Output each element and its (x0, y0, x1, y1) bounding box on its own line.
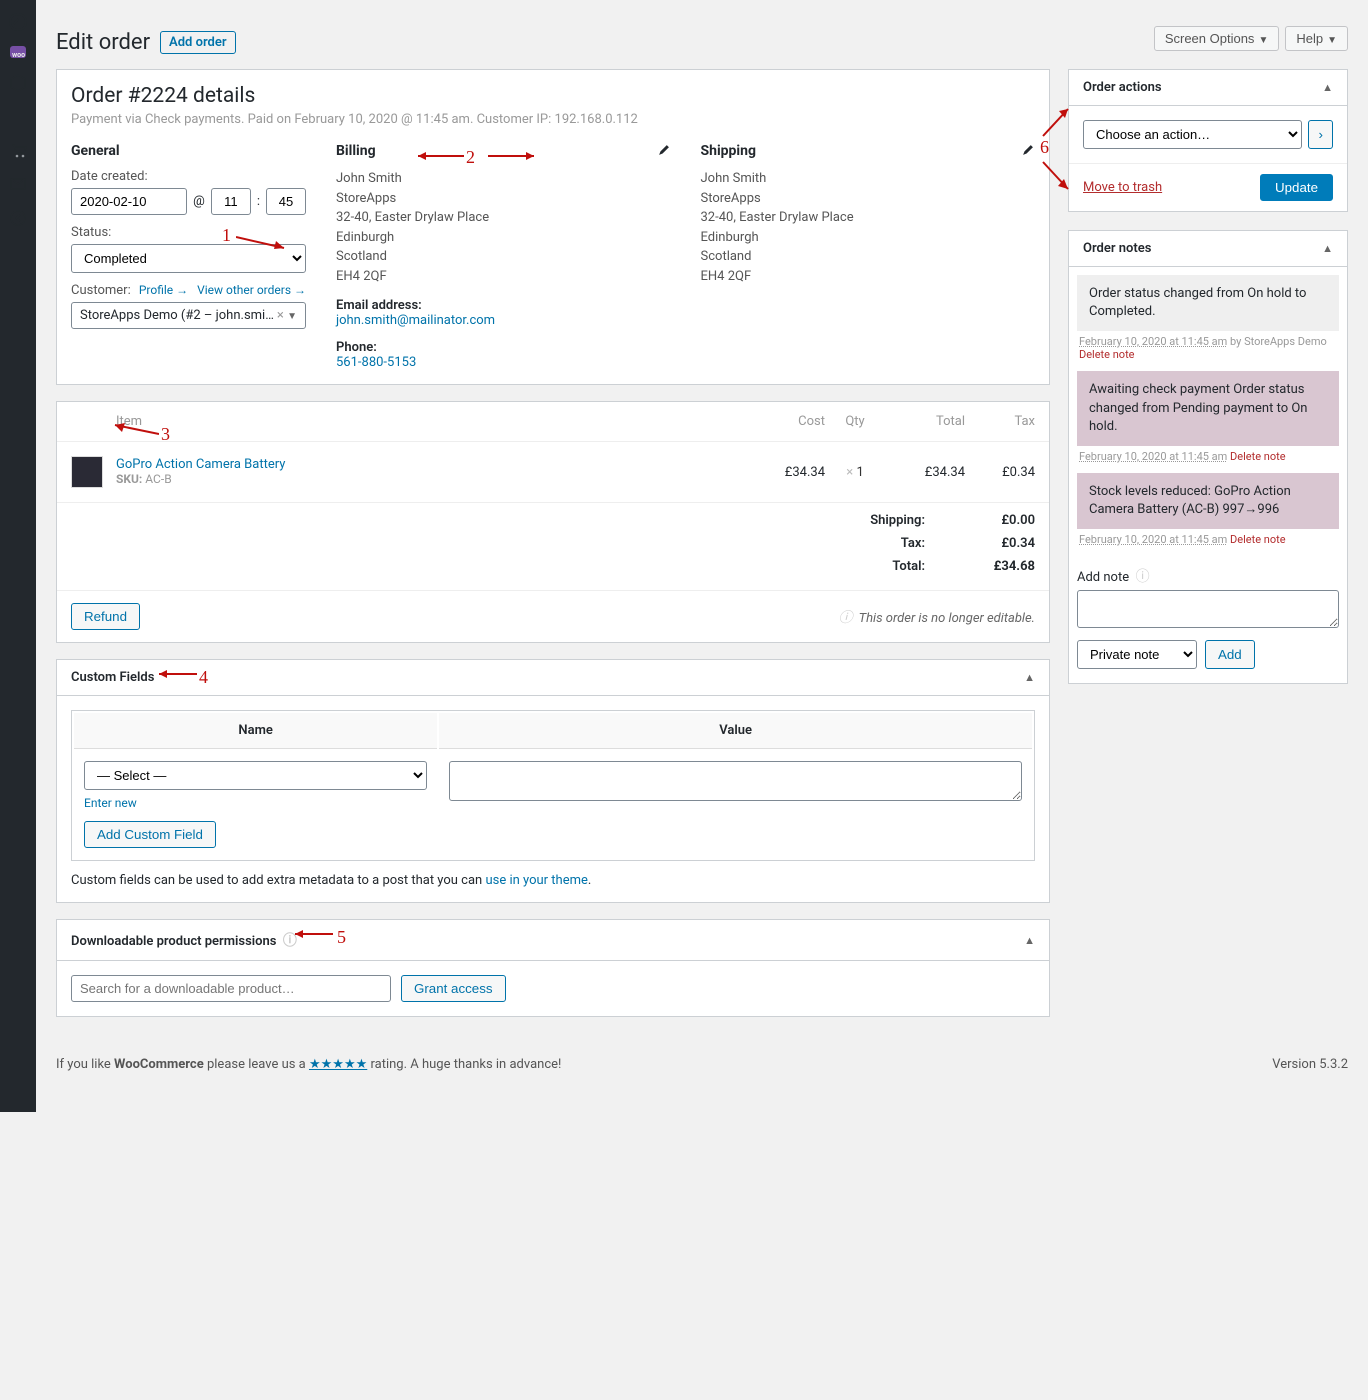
action-go-button[interactable]: › (1308, 120, 1333, 149)
shipping-column: Shipping John SmithStoreApps 32-40, East… (701, 143, 1036, 370)
delete-note-link[interactable]: Delete note (1230, 533, 1286, 546)
item-row: GoPro Action Camera Battery SKU: AC-B £3… (57, 442, 1049, 502)
note-type-select[interactable]: Private note (1077, 640, 1197, 669)
notes-heading: Order notes (1083, 241, 1151, 256)
toggle-icon[interactable]: ▲ (1322, 81, 1333, 94)
chevron-down-icon[interactable]: ▼ (287, 311, 297, 322)
shipping-heading: Shipping (701, 143, 756, 159)
add-custom-field-button[interactable]: Add Custom Field (84, 821, 216, 848)
toggle-icon[interactable]: ▲ (1322, 242, 1333, 255)
order-actions-box: Order actions ▲ Choose an action… › Move … (1068, 69, 1348, 212)
edit-shipping-icon[interactable] (1021, 143, 1035, 157)
move-to-trash-link[interactable]: Move to trash (1083, 180, 1162, 195)
add-note-textarea[interactable] (1077, 590, 1339, 628)
email-label: Email address: (336, 298, 671, 313)
refund-button[interactable]: Refund (71, 603, 140, 630)
add-order-button[interactable]: Add order (160, 31, 235, 54)
phone-label: Phone: (336, 340, 671, 355)
clear-customer-icon[interactable]: × (277, 308, 284, 323)
product-link[interactable]: GoPro Action Camera Battery (116, 457, 285, 472)
item-qty: × 1 (825, 465, 885, 480)
product-thumbnail (71, 456, 103, 488)
profile-link[interactable]: Profile → (139, 283, 188, 297)
grant-access-button[interactable]: Grant access (401, 975, 506, 1002)
edit-billing-icon[interactable] (657, 143, 671, 157)
general-heading: General (71, 143, 306, 159)
help-button[interactable]: Help▼ (1285, 26, 1348, 51)
downloads-heading: Downloadable product permissions (71, 934, 276, 949)
cf-value-textarea[interactable] (449, 761, 1022, 801)
general-column: General Date created: @ : Status: Comple… (71, 143, 306, 370)
order-note: Order status changed from On hold to Com… (1077, 275, 1339, 331)
item-cost: £34.34 (745, 465, 825, 480)
billing-email-link[interactable]: john.smith@mailinator.com (336, 313, 495, 328)
items-box: 3 Item Cost Qty Total Tax GoPro Action C… (56, 401, 1050, 643)
date-label: Date created: (71, 169, 306, 184)
products-icon[interactable] (8, 72, 28, 92)
actions-heading: Order actions (1083, 80, 1162, 95)
item-total: £34.34 (885, 465, 965, 480)
help-icon[interactable]: ⓘ (283, 933, 297, 949)
shipping-address: John SmithStoreApps 32-40, Easter Drylaw… (701, 169, 1036, 286)
minute-input[interactable] (266, 188, 306, 215)
order-note: Awaiting check payment Order status chan… (1077, 371, 1339, 446)
order-notes-box: Order notes ▲ Order status changed from O… (1068, 230, 1348, 684)
woo-icon[interactable]: woo (10, 46, 26, 58)
hour-input[interactable] (211, 188, 251, 215)
use-in-theme-link[interactable]: use in your theme (485, 873, 587, 888)
cf-value-head: Value (439, 713, 1032, 749)
customer-select[interactable]: StoreApps Demo (#2 – john.smith@mailin… … (71, 302, 306, 329)
action-select[interactable]: Choose an action… (1083, 120, 1302, 149)
admin-sidebar: woo (0, 0, 36, 1112)
download-search-input[interactable] (71, 975, 391, 1002)
enter-new-link[interactable]: Enter new (84, 796, 137, 810)
add-note-label: Add note (1077, 570, 1129, 585)
items-head-cost: Cost (745, 414, 825, 429)
cf-name-select[interactable]: — Select — (84, 761, 427, 790)
mail-icon[interactable] (8, 174, 28, 194)
order-title: Order #2224 details (71, 84, 1035, 108)
item-tax: £0.34 (965, 465, 1035, 480)
downloads-box: 5 Downloadable product permissions ⓘ▲ Gr… (56, 919, 1050, 1017)
update-button[interactable]: Update (1260, 174, 1333, 201)
order-note: Stock levels reduced: GoPro Action Camer… (1077, 473, 1339, 529)
billing-column: Billing John SmithStoreApps 32-40, Easte… (336, 143, 671, 370)
cf-name-head: Name (74, 713, 437, 749)
content-wrap: Screen Options▼ Help▼ Edit order Add ord… (36, 0, 1368, 1112)
not-editable-text: ⓘ This order is no longer editable. (838, 607, 1035, 627)
items-head-item: Item (116, 414, 745, 429)
add-note-button[interactable]: Add (1205, 640, 1255, 669)
items-head-total: Total (885, 414, 965, 429)
toggle-icon[interactable]: ▲ (1024, 934, 1035, 947)
status-label: Status: (71, 225, 306, 240)
rating-link[interactable]: ★★★★★ (309, 1057, 367, 1072)
status-select[interactable]: Completed (71, 244, 306, 273)
view-orders-link[interactable]: View other orders → (197, 283, 306, 297)
order-subtitle: Payment via Check payments. Paid on Febr… (71, 112, 1035, 127)
delete-note-link[interactable]: Delete note (1079, 348, 1135, 361)
date-input[interactable] (71, 188, 187, 215)
billing-phone-link[interactable]: 561-880-5153 (336, 355, 416, 370)
analytics-icon[interactable] (8, 106, 28, 126)
customer-label: Customer: Profile → View other orders → (71, 283, 306, 298)
footer: If you like WooCommerce please leave us … (56, 1057, 1348, 1072)
billing-heading: Billing (336, 143, 376, 159)
custom-fields-box: 4 Custom Fields▲ NameValue — Select — En… (56, 659, 1050, 903)
billing-address: John SmithStoreApps 32-40, Easter Drylaw… (336, 169, 671, 286)
screen-options-button[interactable]: Screen Options▼ (1154, 26, 1280, 51)
cf-help-text: Custom fields can be used to add extra m… (71, 873, 1035, 888)
order-details-box: Order #2224 details Payment via Check pa… (56, 69, 1050, 385)
toggle-icon[interactable]: ▲ (1024, 671, 1035, 684)
dashboard-icon[interactable] (8, 12, 28, 32)
items-head-tax: Tax (965, 414, 1035, 429)
items-head-qty: Qty (825, 414, 885, 429)
cart-icon[interactable] (8, 140, 28, 160)
custom-fields-heading: Custom Fields (71, 670, 154, 685)
version-text: Version 5.3.2 (1272, 1057, 1348, 1072)
collapse-icon[interactable] (8, 208, 28, 228)
delete-note-link[interactable]: Delete note (1230, 450, 1286, 463)
help-icon[interactable]: ⓘ (1136, 569, 1150, 585)
